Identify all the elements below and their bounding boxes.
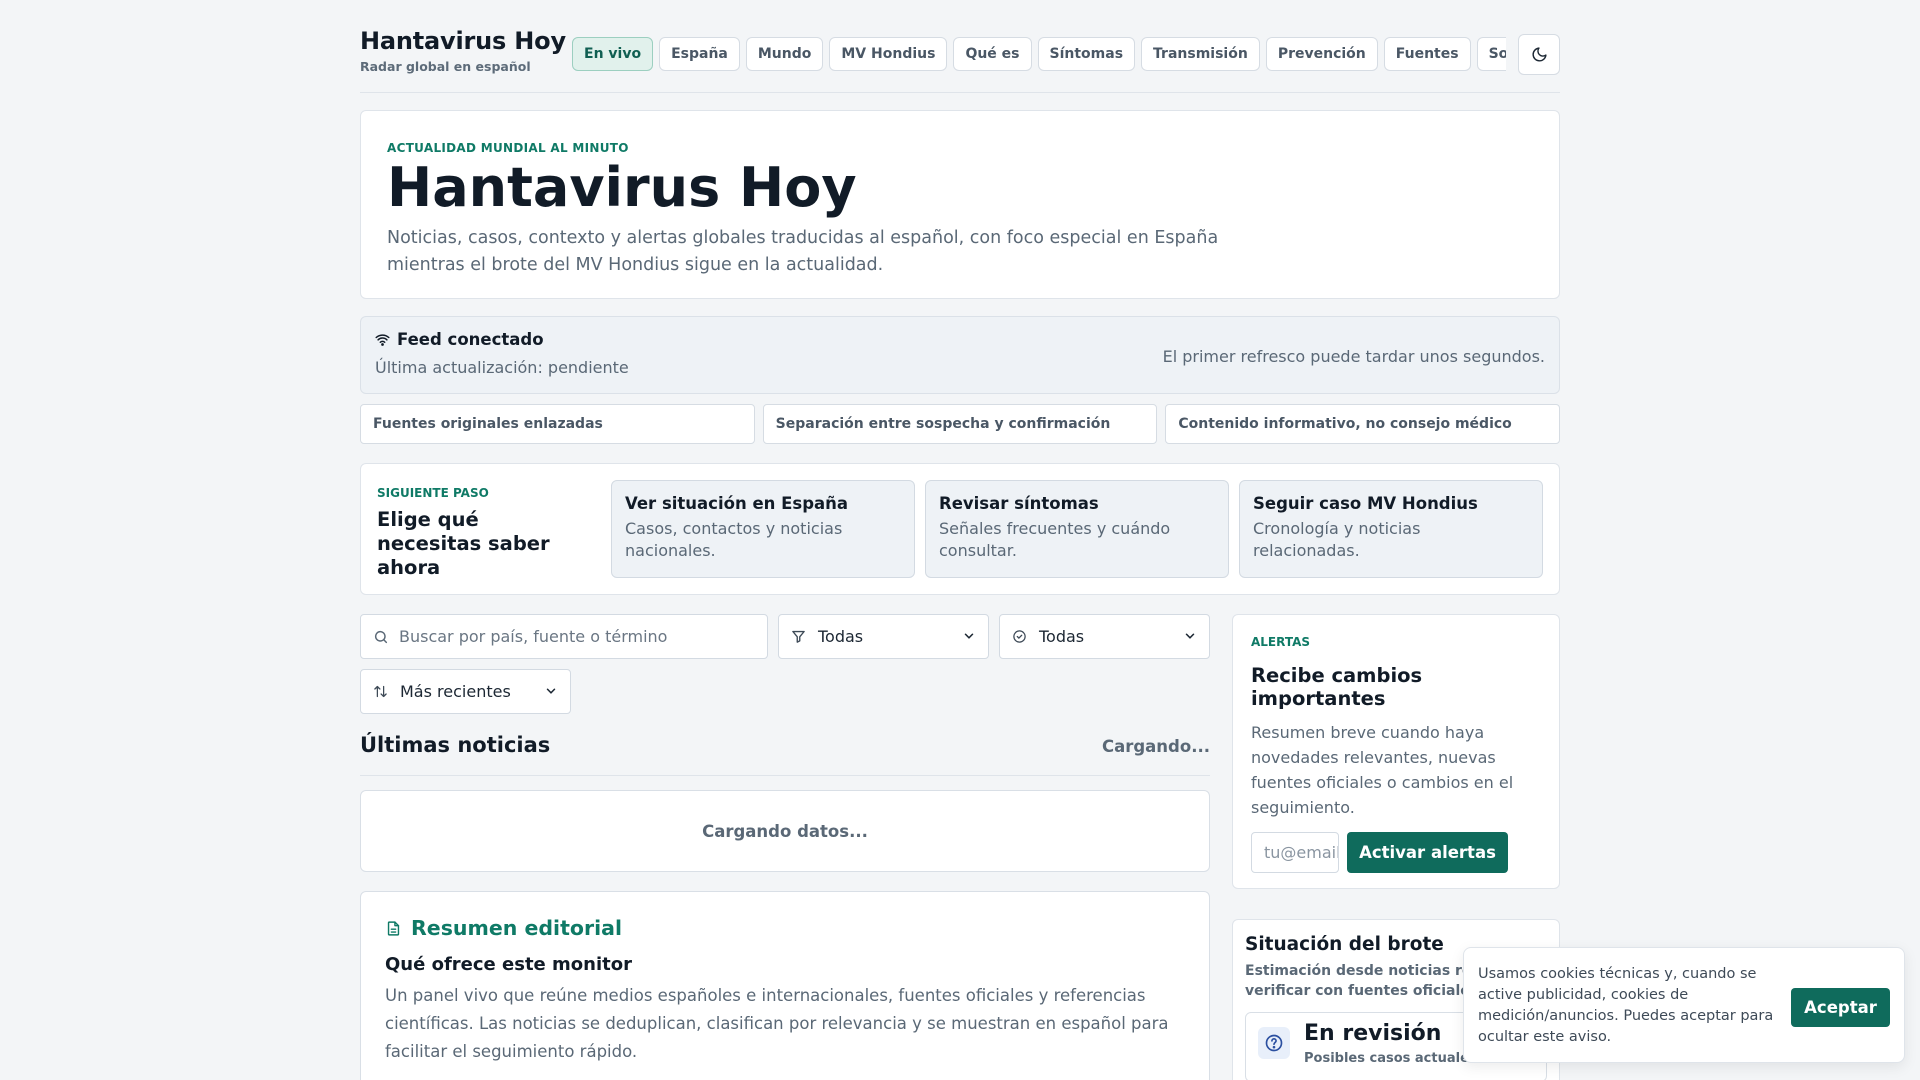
nav-item-prevencion[interactable]: Prevención: [1265, 37, 1378, 71]
brand-title: Hantavirus Hoy: [360, 27, 566, 55]
next-card-desc: Casos, contactos y noticias nacionales.: [625, 519, 843, 560]
email-field[interactable]: tu@email.com: [1251, 832, 1339, 873]
nav-item-transmision[interactable]: Transmisión: [1141, 37, 1260, 71]
next-card-title: Seguir caso MV Hondius: [1253, 494, 1478, 513]
check-circle-icon: [1013, 630, 1026, 643]
next-step-heading: SIGUIENTE PASO Elige qué necesitas saber…: [377, 486, 587, 580]
editorial-subtitle: Qué ofrece este monitor: [385, 954, 632, 975]
next-card-espana[interactable]: Ver situación en España Casos, contactos…: [611, 480, 915, 578]
brand[interactable]: Hantavirus Hoy Radar global en español: [360, 27, 566, 74]
editorial-title: Resumen editorial: [411, 916, 622, 940]
alerts-title: Recibe cambios importantes: [1251, 664, 1423, 710]
hero-section: ACTUALIDAD MUNDIAL AL MINUTO Hantavirus …: [360, 110, 1560, 299]
moon-icon: [1532, 47, 1547, 62]
filter-icon: [792, 630, 805, 643]
outbreak-status-sub: Posibles casos actuales: [1304, 1051, 1477, 1066]
wifi-icon: [375, 334, 390, 346]
alerts-panel: ALERTAS Recibe cambios importantes Resum…: [1232, 614, 1560, 889]
status-filter-select[interactable]: Todas: [999, 614, 1210, 659]
main-nav: En vivo España Mundo MV Hondius Qué es S…: [572, 37, 1506, 71]
alerts-form: tu@email.com Activar alertas: [1251, 832, 1541, 873]
cookie-banner: Usamos cookies técnicas y, cuando se act…: [1463, 947, 1905, 1063]
next-step-section: SIGUIENTE PASO Elige qué necesitas saber…: [360, 463, 1560, 595]
accept-cookies-button[interactable]: Aceptar: [1791, 988, 1890, 1027]
cookie-text: Usamos cookies técnicas y, cuando se act…: [1478, 966, 1774, 1045]
search-icon: [374, 630, 388, 643]
status-filter-value: Todas: [1039, 627, 1085, 646]
hero-eyebrow: ACTUALIDAD MUNDIAL AL MINUTO: [387, 141, 629, 155]
chevron-down-icon: [1185, 633, 1195, 639]
trust-badges: Fuentes originales enlazadas Separación …: [360, 404, 1561, 444]
hero-description: Noticias, casos, contexto y alertas glob…: [387, 228, 1219, 275]
region-filter-select[interactable]: Todas: [778, 614, 989, 659]
next-card-title: Ver situación en España: [625, 494, 849, 513]
nav-item-mv-hondius[interactable]: MV Hondius: [829, 37, 948, 71]
nav-item-mundo[interactable]: Mundo: [745, 37, 824, 71]
trust-badge-separation: Separación entre sospecha y confirmación: [762, 404, 1158, 444]
editorial-text: Un panel vivo que reúne medios españoles…: [385, 986, 1169, 1061]
alerts-description: Resumen breve cuando haya novedades rele…: [1251, 723, 1514, 817]
sort-select[interactable]: Más recientes: [360, 669, 571, 714]
outbreak-status: En revisión: [1304, 1021, 1442, 1046]
theme-toggle-button[interactable]: [1518, 34, 1560, 75]
brand-subtitle: Radar global en español: [360, 59, 531, 74]
alerts-eyebrow: ALERTAS: [1251, 635, 1311, 649]
help-circle-icon: [1258, 1027, 1290, 1059]
document-icon: [387, 920, 400, 936]
next-card-desc: Cronología y noticias relacionadas.: [1253, 519, 1421, 560]
nav-item-sobre[interactable]: Sobre: [1476, 37, 1506, 71]
search-placeholder: Buscar por país, fuente o término: [399, 627, 668, 646]
nav-item-espana[interactable]: España: [659, 37, 740, 71]
editorial-title-row: Resumen editorial: [385, 916, 1185, 940]
next-card-desc: Señales frecuentes y cuándo consultar.: [939, 519, 1171, 560]
news-title: Últimas noticias: [360, 733, 551, 757]
sort-value: Más recientes: [400, 682, 511, 701]
region-filter-value: Todas: [818, 627, 864, 646]
nav-item-fuentes[interactable]: Fuentes: [1383, 37, 1471, 71]
search-input[interactable]: Buscar por país, fuente o término: [360, 614, 768, 659]
editorial-summary: Resumen editorial Qué ofrece este monito…: [360, 891, 1210, 1080]
page-container: Hantavirus Hoy Radar global en español E…: [360, 0, 1561, 1080]
next-step-title: Elige qué necesitas saber ahora: [377, 508, 550, 579]
chevron-down-icon: [964, 633, 974, 639]
trust-badge-disclaimer: Contenido informativo, no consejo médico: [1165, 404, 1561, 444]
feed-status: Feed conectado Última actualización: pen…: [360, 316, 1560, 394]
nav-item-en-vivo[interactable]: En vivo: [572, 37, 654, 71]
next-card-mv-hondius[interactable]: Seguir caso MV Hondius Cronología y noti…: [1239, 480, 1543, 578]
top-bar: Hantavirus Hoy Radar global en español E…: [360, 0, 1560, 93]
news-header: Últimas noticias Cargando...: [360, 733, 1210, 776]
next-step-cards: Ver situación en España Casos, contactos…: [611, 480, 1543, 578]
sort-icon: [374, 685, 387, 698]
feed-note: El primer refresco puede tardar unos seg…: [1162, 347, 1545, 366]
next-card-title: Revisar síntomas: [939, 494, 1099, 513]
chevron-down-icon: [546, 688, 556, 694]
trust-badge-sources: Fuentes originales enlazadas: [360, 404, 755, 444]
nav-item-sintomas[interactable]: Síntomas: [1037, 37, 1136, 71]
news-status: Cargando...: [1101, 737, 1210, 756]
page-title: Hantavirus Hoy: [387, 156, 857, 219]
activate-alerts-button[interactable]: Activar alertas: [1347, 832, 1508, 873]
feed-title: Feed conectado: [397, 330, 544, 349]
news-loading: Cargando datos...: [360, 790, 1210, 872]
next-step-eyebrow: SIGUIENTE PASO: [377, 486, 489, 500]
next-card-sintomas[interactable]: Revisar síntomas Señales frecuentes y cu…: [925, 480, 1229, 578]
nav-item-que-es[interactable]: Qué es: [953, 37, 1032, 71]
